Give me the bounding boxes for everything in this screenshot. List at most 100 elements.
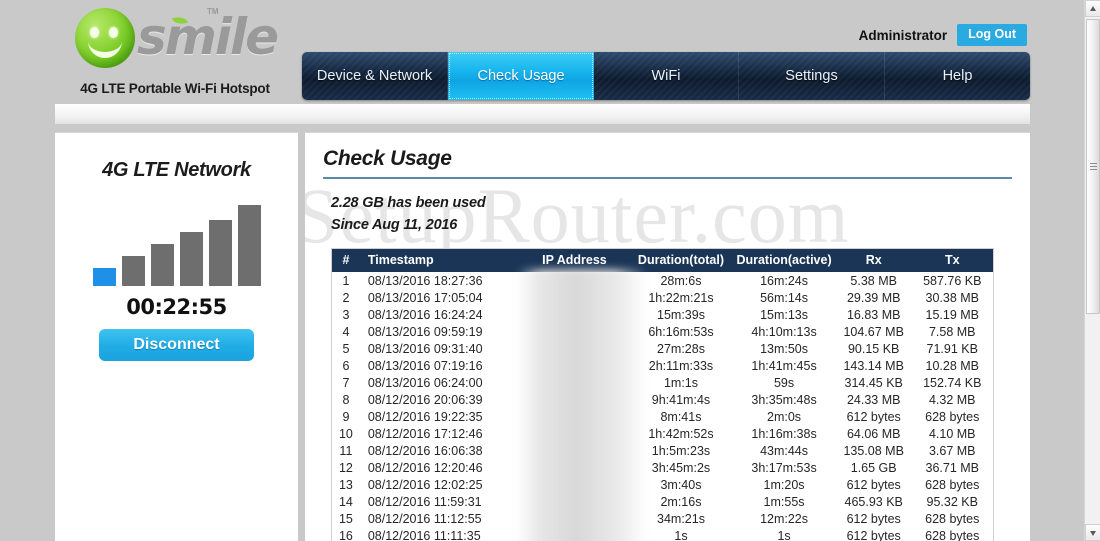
table-cell-idx: 15	[338, 511, 353, 526]
table-cell-dt: 1h:42m:52s	[648, 426, 714, 441]
table-cell-da: 3h:17m:53s	[751, 460, 817, 475]
table-cell-idx: 9	[342, 409, 350, 424]
table-cell-da: 1h:41m:45s	[751, 358, 817, 373]
table-cell-da: 2m:0s	[767, 409, 802, 424]
table-cell-dt: 6h:16m:53s	[648, 324, 714, 339]
table-cell-dt: 1h:22m:21s	[648, 290, 714, 305]
table-cell-rx: 465.93 KB	[844, 494, 903, 509]
table-cell-ip	[519, 442, 630, 459]
table-cell-idx: 16	[338, 528, 353, 541]
table-header-row: # Timestamp IP Address Duration(total) D…	[332, 249, 993, 272]
page-header: smile TM 4G LTE Portable Wi-Fi Hotspot A…	[0, 0, 1085, 110]
table-cell-ip	[519, 391, 630, 408]
table-cell-ip	[519, 425, 630, 442]
table-cell-ts: 08/13/2016 18:27:36	[367, 273, 483, 288]
table-row: 16 08/12/2016 11:11:35 1s 1s 612 bytes 628 by…	[332, 527, 993, 541]
table-cell-rx: 5.38 MB	[850, 273, 897, 288]
table-cell-idx: 5	[342, 341, 350, 356]
table-cell-idx: 3	[342, 307, 350, 322]
column-header-duration-total: Duration(total)	[629, 249, 733, 272]
signal-bar-6	[237, 205, 261, 286]
table-row: 3 08/13/2016 16:24:24 15m:39s 15m:13s 16.83 …	[332, 306, 993, 323]
usage-table-container: # Timestamp IP Address Duration(total) D…	[331, 248, 994, 541]
table-cell-idx: 7	[342, 375, 350, 390]
table-cell-dt: 9h:41m:4s	[651, 392, 711, 407]
scrollbar-thumb[interactable]	[1086, 19, 1100, 314]
table-cell-ip	[519, 510, 630, 527]
table-cell-da: 59s	[773, 375, 795, 390]
signal-bar-2	[121, 256, 145, 286]
table-cell-tx: 628 bytes	[925, 477, 980, 492]
table-cell-tx: 628 bytes	[925, 528, 980, 541]
table-cell-da: 15m:13s	[760, 307, 809, 322]
table-cell-idx: 6	[342, 358, 350, 373]
table-cell-dt: 27m:28s	[657, 341, 705, 356]
tab-check-usage[interactable]: Check Usage	[448, 52, 594, 100]
table-cell-ip	[519, 306, 630, 323]
table-cell-ts: 08/13/2016 06:24:00	[367, 375, 483, 390]
table-cell-tx: 95.32 KB	[926, 494, 978, 509]
table-cell-da: 4h:10m:13s	[751, 324, 817, 339]
signal-bar-4	[179, 232, 203, 286]
scroll-down-arrow-icon[interactable]	[1085, 524, 1100, 541]
smiley-right-eye-icon	[109, 27, 118, 38]
table-cell-idx: 1	[342, 273, 350, 288]
main-navigation: Device & Network Check Usage WiFi Settin…	[302, 52, 1030, 100]
table-cell-idx: 14	[338, 494, 353, 509]
table-cell-ts: 08/12/2016 20:06:39	[367, 392, 483, 407]
table-cell-tx: 7.58 MB	[928, 324, 976, 339]
table-row: 13 08/12/2016 12:02:25 3m:40s 1m:20s 612 byt…	[332, 476, 993, 493]
tab-help[interactable]: Help	[885, 52, 1030, 100]
trademark-mark: TM	[207, 7, 219, 16]
usage-table: # Timestamp IP Address Duration(total) D…	[332, 249, 993, 541]
disconnect-button[interactable]: Disconnect	[99, 329, 254, 361]
table-cell-ts: 08/12/2016 19:22:35	[367, 409, 483, 424]
table-cell-ip	[519, 323, 630, 340]
table-cell-da: 1m:55s	[763, 494, 805, 509]
tab-wifi[interactable]: WiFi	[594, 52, 739, 100]
table-cell-dt: 3m:40s	[660, 477, 702, 492]
table-row: 12 08/12/2016 12:20:46 3h:45m:2s 3h:17m:53s…	[332, 459, 993, 476]
table-cell-tx: 3.67 MB	[928, 443, 976, 458]
table-cell-idx: 11	[339, 443, 353, 458]
tab-settings[interactable]: Settings	[739, 52, 885, 100]
tab-device-and-network[interactable]: Device & Network	[302, 52, 448, 100]
table-cell-rx: 612 bytes	[846, 528, 901, 541]
table-cell-idx: 4	[342, 324, 350, 339]
table-row: 7 08/13/2016 06:24:00 1m:1s 59s 314.45 KB 152…	[332, 374, 993, 391]
table-cell-rx: 143.14 MB	[843, 358, 904, 373]
table-cell-rx: 90.15 KB	[847, 341, 900, 356]
table-cell-dt: 1s	[674, 528, 688, 541]
main-content-panel: SetupRouter.com Check Usage 2.28 GB has …	[305, 132, 1030, 541]
table-cell-ip	[519, 374, 630, 391]
table-cell-ts: 08/12/2016 11:12:55	[367, 511, 482, 526]
table-cell-ts: 08/13/2016 09:31:40	[367, 341, 483, 356]
usage-table-head: # Timestamp IP Address Duration(total) D…	[332, 249, 993, 272]
header-divider-strip	[55, 104, 1030, 124]
table-cell-rx: 612 bytes	[846, 409, 901, 424]
page-scrollbar[interactable]	[1084, 0, 1100, 541]
table-row: 10 08/12/2016 17:12:46 1h:42m:52s 1h:16m:38…	[332, 425, 993, 442]
table-cell-rx: 314.45 KB	[844, 375, 903, 390]
table-cell-da: 1s	[777, 528, 791, 541]
column-header-timestamp: Timestamp	[359, 249, 520, 272]
table-cell-idx: 2	[342, 290, 350, 305]
table-cell-dt: 1m:1s	[663, 375, 698, 390]
table-cell-dt: 2m:16s	[660, 494, 702, 509]
table-cell-rx: 64.06 MB	[846, 426, 901, 441]
table-cell-dt: 28m:6s	[660, 273, 702, 288]
table-cell-tx: 10.28 MB	[925, 358, 980, 373]
page-title: Check Usage	[323, 147, 452, 170]
smiley-mouth-icon	[88, 38, 122, 58]
table-row: 15 08/12/2016 11:12:55 34m:21s 12m:22s 612 b…	[332, 510, 993, 527]
table-cell-da: 1h:16m:38s	[751, 426, 817, 441]
table-cell-ip	[519, 476, 630, 493]
table-row: 4 08/13/2016 09:59:19 6h:16m:53s 4h:10m:13s…	[332, 323, 993, 340]
table-cell-rx: 24.33 MB	[846, 392, 901, 407]
scroll-up-arrow-icon[interactable]	[1085, 0, 1100, 17]
logout-button[interactable]: Log Out	[957, 24, 1027, 46]
table-cell-rx: 1.65 GB	[850, 460, 897, 475]
table-cell-ts: 08/13/2016 16:24:24	[367, 307, 483, 322]
table-cell-tx: 71.91 KB	[926, 341, 978, 356]
smiley-left-eye-icon	[90, 27, 99, 38]
